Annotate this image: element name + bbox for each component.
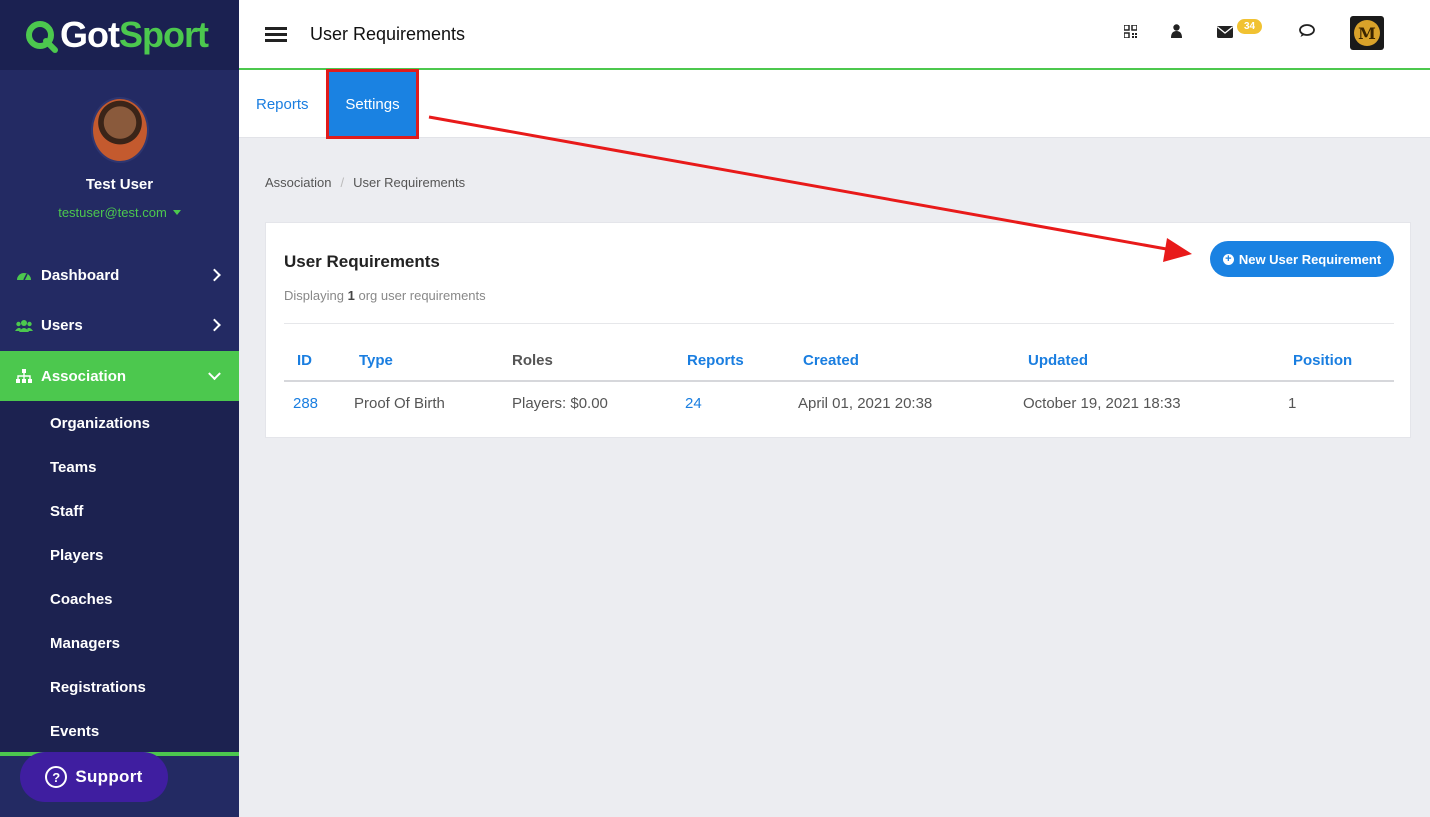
dashboard-icon: [14, 269, 34, 281]
card-subtitle: Displaying 1 org user requirements: [284, 288, 486, 303]
chevron-down-icon: [208, 367, 221, 381]
sidebar-subitem-registrations[interactable]: Registrations: [0, 665, 239, 709]
requirements-table: ID Type Roles Reports Created Updated Po…: [284, 341, 1394, 425]
plus-circle-icon: +: [1222, 253, 1234, 265]
cell-id[interactable]: 288: [284, 381, 351, 425]
column-header-roles: Roles: [512, 341, 682, 382]
caret-down-icon: [172, 210, 181, 215]
logo-got: Got: [60, 14, 120, 55]
org-logo-letter: M: [1354, 20, 1380, 46]
column-header-id[interactable]: ID: [284, 341, 351, 382]
support-button[interactable]: ? Support: [20, 752, 168, 802]
sidebar-subitem-organizations[interactable]: Organizations: [0, 401, 239, 445]
sidebar-subitem-staff[interactable]: Staff: [0, 489, 239, 533]
user-name: Test User: [85, 176, 154, 193]
cell-reports[interactable]: 24: [682, 381, 798, 425]
logo-sport: Sport: [118, 14, 209, 55]
avatar[interactable]: [90, 97, 149, 163]
cell-type: Proof Of Birth: [354, 395, 445, 412]
mail-count-badge: 34: [1237, 19, 1263, 34]
logo-bar: GotSport: [0, 0, 239, 70]
user-email: testuser@test.com: [58, 205, 167, 220]
sidebar-subitem-managers[interactable]: Managers: [0, 621, 239, 665]
cell-position: 1: [1288, 395, 1297, 412]
question-icon: ?: [45, 766, 68, 788]
logo-text[interactable]: GotSport: [60, 14, 209, 55]
new-user-requirement-button[interactable]: + New User Requirement: [1210, 241, 1394, 277]
breadcrumb-separator: /: [340, 175, 345, 190]
tab-reports[interactable]: Reports: [256, 70, 309, 138]
sidebar-subitem-coaches[interactable]: Coaches: [0, 577, 239, 621]
gotsport-logo-icon: [26, 21, 58, 53]
sidebar-nav: Dashboard Users Association Organization…: [0, 250, 239, 753]
card-sub-prefix: Displaying: [284, 288, 344, 303]
chevron-right-icon: [208, 268, 221, 282]
cell-updated: October 19, 2021 18:33: [1023, 395, 1181, 412]
user-email-dropdown[interactable]: testuser@test.com: [58, 205, 181, 220]
column-header-position[interactable]: Position: [1288, 341, 1394, 382]
breadcrumb-current: User Requirements: [353, 175, 466, 190]
cell-created: April 01, 2021 20:38: [798, 395, 933, 412]
sidebar-item-label: Dashboard: [41, 266, 120, 284]
breadcrumb: Association / User Requirements: [265, 175, 465, 190]
organization-logo[interactable]: M: [1350, 16, 1384, 50]
sidebar-subitem-events[interactable]: Events: [0, 709, 239, 753]
column-header-type[interactable]: Type: [351, 341, 512, 382]
top-bar: User Requirements 34 M: [239, 0, 1430, 70]
users-icon: [14, 319, 34, 332]
sidebar: GotSport Test User testuser@test.com Das…: [0, 0, 239, 817]
sidebar-item-label: Association: [41, 367, 127, 385]
tab-bar: Reports Settings: [239, 69, 1430, 139]
sidebar-subitem-teams[interactable]: Teams: [0, 445, 239, 489]
chat-icon[interactable]: [1299, 24, 1315, 38]
sidebar-item-dashboard[interactable]: Dashboard: [0, 250, 239, 300]
column-header-reports[interactable]: Reports: [682, 341, 798, 382]
sidebar-item-users[interactable]: Users: [0, 300, 239, 350]
sidebar-subitem-players[interactable]: Players: [0, 533, 239, 577]
tab-settings[interactable]: Settings: [326, 69, 419, 139]
table-header-row: ID Type Roles Reports Created Updated Po…: [284, 341, 1394, 382]
sitemap-icon: [14, 369, 34, 383]
qr-code-icon[interactable]: [1124, 25, 1137, 38]
support-label: Support: [75, 767, 143, 786]
requirement-count: 1: [347, 288, 355, 303]
user-icon[interactable]: [1171, 24, 1182, 38]
card-divider: [284, 323, 1394, 324]
card-title: User Requirements: [284, 252, 440, 271]
hamburger-menu-icon[interactable]: [265, 26, 287, 42]
breadcrumb-association[interactable]: Association: [265, 175, 331, 190]
user-requirements-card: User Requirements Displaying 1 org user …: [265, 222, 1411, 438]
column-header-created[interactable]: Created: [798, 341, 1023, 382]
association-submenu: Organizations Teams Staff Players Coache…: [0, 401, 239, 753]
card-sub-suffix: org user requirements: [358, 288, 486, 303]
cell-roles: Players: $0.00: [512, 395, 608, 412]
table-row: 288 Proof Of Birth Players: $0.00 24 Apr…: [284, 381, 1394, 425]
profile: Test User testuser@test.com: [0, 70, 239, 222]
column-header-updated[interactable]: Updated: [1023, 341, 1288, 382]
sidebar-item-label: Users: [41, 316, 83, 334]
chevron-right-icon: [208, 318, 221, 332]
new-button-label: New User Requirement: [1238, 251, 1382, 267]
sidebar-item-association[interactable]: Association: [0, 351, 239, 401]
mail-icon[interactable]: [1217, 26, 1233, 38]
page-title: User Requirements: [310, 23, 466, 44]
